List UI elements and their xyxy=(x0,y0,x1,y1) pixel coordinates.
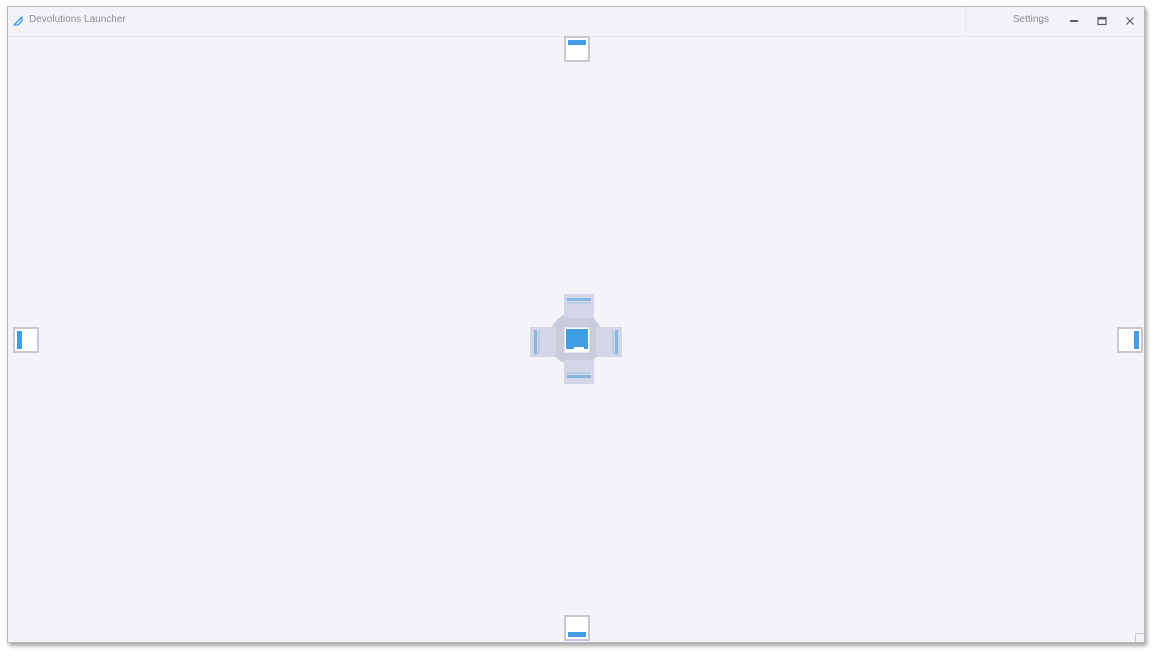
dock-center-fill-target[interactable] xyxy=(563,326,591,354)
resize-grip[interactable] xyxy=(1135,633,1144,642)
dock-center-right-target[interactable] xyxy=(596,327,622,357)
window-title: Devolutions Launcher xyxy=(29,14,126,25)
dock-left-target[interactable] xyxy=(13,327,39,353)
dock-center-top-target[interactable] xyxy=(564,294,594,318)
minimize-icon[interactable] xyxy=(1067,14,1081,28)
launcher-window: Devolutions Launcher Settings xyxy=(7,6,1145,643)
dock-top-indicator xyxy=(568,40,586,45)
dock-bottom-indicator xyxy=(568,632,586,637)
dock-top-target[interactable] xyxy=(564,36,590,62)
dock-right-indicator xyxy=(1134,331,1139,349)
dock-center-left-target[interactable] xyxy=(530,327,556,357)
dock-right-target[interactable] xyxy=(1117,327,1143,353)
titlebar-divider xyxy=(965,7,966,36)
devolutions-launcher-logo-icon xyxy=(12,14,24,26)
dock-center-compass xyxy=(528,291,624,387)
settings-button[interactable]: Settings xyxy=(1013,14,1049,25)
close-icon[interactable] xyxy=(1123,14,1137,28)
dock-center-bottom-target[interactable] xyxy=(564,360,594,384)
dock-bottom-target[interactable] xyxy=(564,615,590,641)
title-bar[interactable]: Devolutions Launcher Settings xyxy=(8,7,1144,37)
maximize-icon[interactable] xyxy=(1095,14,1109,28)
dock-left-indicator xyxy=(17,331,22,349)
